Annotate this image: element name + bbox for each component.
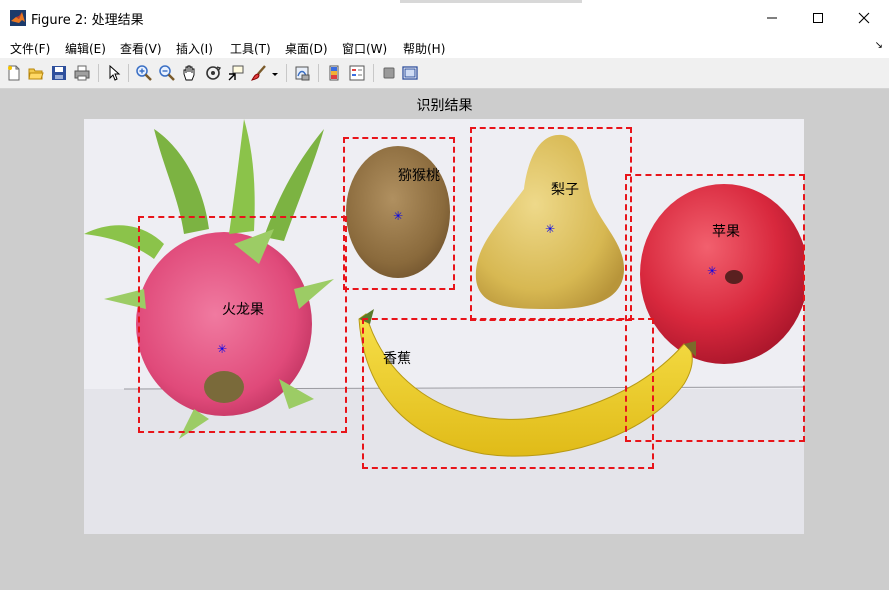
- hide-plot-tools-icon[interactable]: [380, 64, 398, 82]
- data-cursor-icon[interactable]: [227, 64, 245, 82]
- window-title: Figure 2: 处理结果: [31, 13, 144, 28]
- toolbar-separator: [373, 64, 374, 82]
- close-icon: [858, 12, 870, 24]
- colorbar-icon[interactable]: [325, 64, 343, 82]
- figure-toolbar: [0, 58, 889, 89]
- center-marker-icon: ✳: [707, 264, 718, 278]
- pointer-icon[interactable]: [105, 64, 123, 82]
- open-file-icon[interactable]: [27, 64, 45, 82]
- new-figure-icon[interactable]: [5, 64, 23, 82]
- menu-view[interactable]: 查看(V): [120, 40, 162, 57]
- minimize-button[interactable]: [749, 0, 795, 36]
- toolbar-separator: [318, 64, 319, 82]
- matlab-icon: [10, 10, 26, 26]
- toolbar-separator: [128, 64, 129, 82]
- minimize-icon: [767, 17, 777, 19]
- center-marker-icon: ✳: [545, 222, 556, 236]
- axes-title: 识别结果: [416, 98, 473, 114]
- detection-label-pear: 梨子: [551, 182, 579, 198]
- close-button[interactable]: [841, 0, 887, 36]
- center-marker-icon: ✳: [217, 342, 228, 356]
- pan-icon[interactable]: [181, 64, 199, 82]
- detection-label-kiwi: 猕猴桃: [398, 168, 440, 184]
- title-bar: Figure 2: 处理结果: [0, 0, 889, 36]
- menu-bar: 文件(F) 编辑(E) 查看(V) 插入(I) 工具(T) 桌面(D) 窗口(W…: [0, 36, 889, 58]
- show-plot-tools-icon[interactable]: [401, 64, 419, 82]
- menu-dock-arrow-icon[interactable]: ↘: [875, 40, 883, 51]
- center-marker-icon: ✳: [393, 209, 404, 223]
- detection-label-banana: 香蕉: [383, 351, 411, 367]
- legend-icon[interactable]: [348, 64, 366, 82]
- detection-box-dragon-fruit: [138, 216, 347, 433]
- title-bar-highlight: [400, 0, 582, 3]
- detection-box-banana: [362, 318, 654, 469]
- zoom-in-icon[interactable]: [135, 64, 153, 82]
- toolbar-separator: [98, 64, 99, 82]
- maximize-icon: [813, 13, 823, 23]
- detection-label-dragon-fruit: 火龙果: [222, 302, 264, 318]
- menu-tools[interactable]: 工具(T): [230, 40, 271, 57]
- maximize-button[interactable]: [795, 0, 841, 36]
- print-icon[interactable]: [73, 64, 91, 82]
- brush-icon[interactable]: [250, 64, 268, 82]
- toolbar-separator: [286, 64, 287, 82]
- menu-insert[interactable]: 插入(I): [176, 40, 213, 57]
- detection-label-apple: 苹果: [712, 224, 740, 240]
- menu-help[interactable]: 帮助(H): [403, 40, 445, 57]
- save-icon[interactable]: [50, 64, 68, 82]
- menu-window[interactable]: 窗口(W): [342, 40, 387, 57]
- rotate-3d-icon[interactable]: [204, 64, 222, 82]
- link-plot-icon[interactable]: [293, 64, 311, 82]
- zoom-out-icon[interactable]: [158, 64, 176, 82]
- menu-file[interactable]: 文件(F): [10, 40, 50, 57]
- menu-edit[interactable]: 编辑(E): [65, 40, 106, 57]
- menu-desktop[interactable]: 桌面(D): [285, 40, 328, 57]
- brush-dropdown-icon[interactable]: [270, 64, 280, 82]
